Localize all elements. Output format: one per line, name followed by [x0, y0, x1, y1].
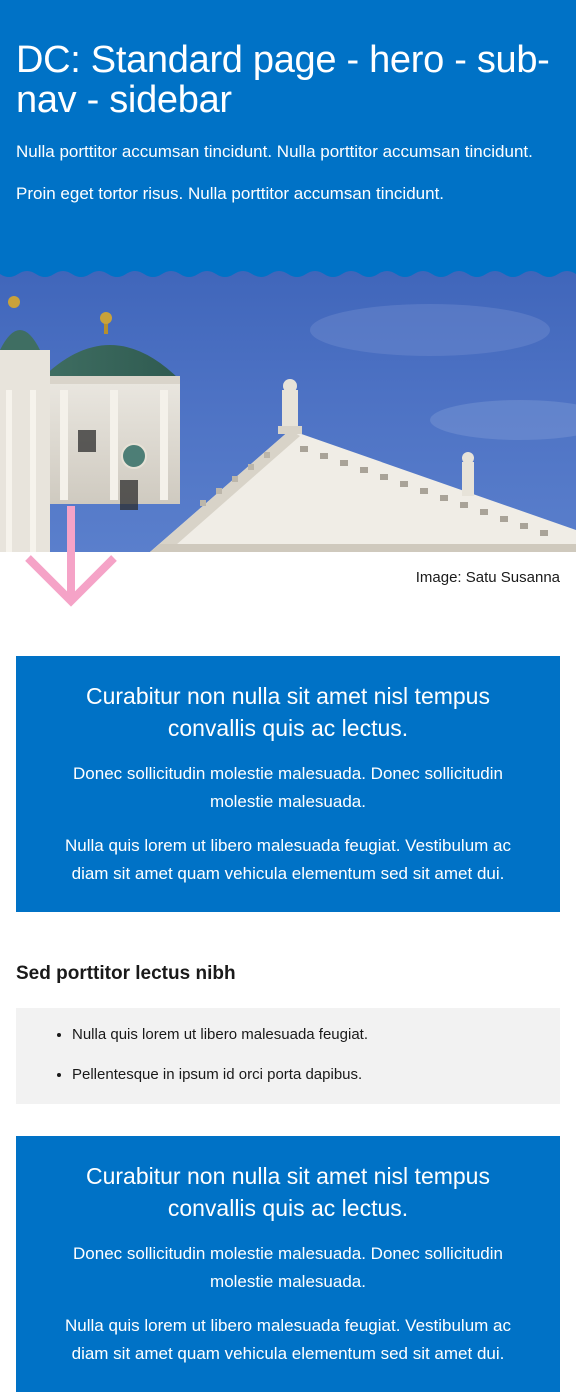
info-box-title: Curabitur non nulla sit amet nisl tempus… [86, 1163, 490, 1221]
list-item: Pellentesque in ipsum id orci porta dapi… [72, 1062, 560, 1088]
info-box-paragraph: Donec sollicitudin molestie malesuada. D… [73, 1244, 503, 1291]
info-box-paragraph: Donec sollicitudin molestie malesuada. D… [73, 764, 503, 811]
arrow-down-icon [25, 506, 117, 607]
info-box: Curabitur non nulla sit amet nisl tempus… [16, 1136, 560, 1392]
list-item: Nulla quis lorem ut libero malesuada feu… [72, 1022, 560, 1048]
section-heading: Sed porttitor lectus nibh [16, 963, 236, 984]
hero-lead-paragraph-secondary: Proin eget tortor risus. Nulla porttitor… [16, 184, 445, 203]
info-box-title: Curabitur non nulla sit amet nisl tempus… [86, 683, 490, 741]
main-content: Curabitur non nulla sit amet nisl tempus… [16, 656, 560, 1392]
hero-lead-paragraph: Nulla porttitor accumsan tincidunt. Null… [16, 142, 533, 161]
wave-divider [0, 240, 576, 277]
page-title: DC: Standard page - hero - sub-nav - sid… [16, 39, 550, 121]
hero: DC: Standard page - hero - sub-nav - sid… [0, 0, 576, 240]
info-box-paragraph: Nulla quis lorem ut libero malesuada feu… [64, 1316, 512, 1363]
info-box: Curabitur non nulla sit amet nisl tempus… [16, 656, 560, 912]
info-box-paragraph: Nulla quis lorem ut libero malesuada feu… [64, 836, 512, 883]
image-caption: Image: Satu Susanna [415, 569, 560, 586]
highlight-list-box: Nulla quis lorem ut libero malesuada feu… [16, 1008, 560, 1104]
bullet-list: Nulla quis lorem ut libero malesuada feu… [16, 1022, 560, 1088]
